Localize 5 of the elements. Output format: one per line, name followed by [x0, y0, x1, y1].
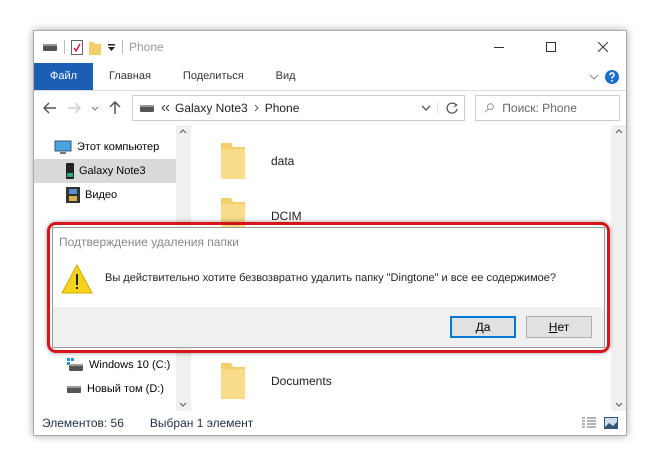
item-count: Элементов: 56 [42, 415, 124, 432]
selection-status: Выбран 1 элемент [150, 415, 254, 432]
dialog-title: Подтверждение удаления папки [58, 234, 240, 251]
dialog-message: Вы действительно хотите безвозвратно удалить папку "Dingtone" и все ее содержимое? [105, 271, 556, 286]
window-title: Phone [129, 39, 164, 56]
